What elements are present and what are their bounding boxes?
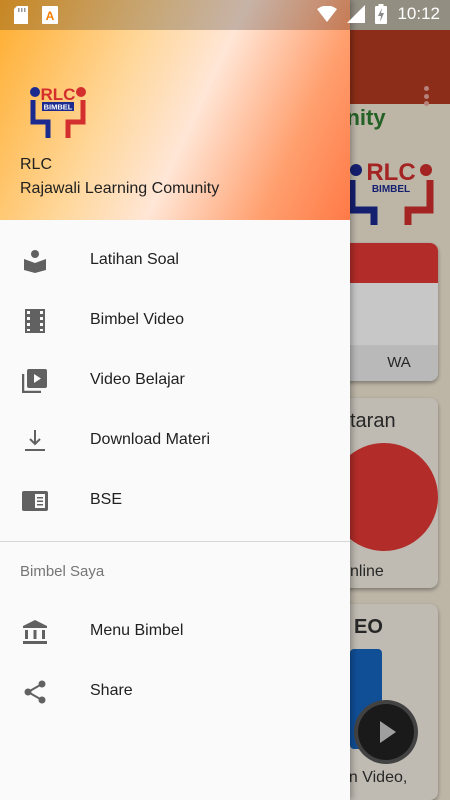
status-bar: A 10:12 [0,0,450,30]
menu-item-label: Bimbel Video [90,311,184,328]
svg-text:A: A [46,9,55,23]
menu-item-label: Share [90,682,133,699]
menu-item-label: Menu Bimbel [90,622,184,639]
status-time: 10:12 [397,4,440,23]
svg-text:RLC: RLC [41,85,76,104]
signal-icon [347,5,366,23]
drawer-header: RLC BIMBEL RLC Rajawali Learning Comunit… [0,0,350,220]
film-strip-icon [25,309,45,333]
wifi-icon [317,6,338,22]
menu-divider [0,541,350,542]
menu-item-label: Video Belajar [90,371,185,388]
section-title-bimbel-saya: Bimbel Saya [20,563,105,580]
navigation-drawer: RLC BIMBEL RLC Rajawali Learning Comunit… [0,0,350,800]
battery-charging-icon [375,4,388,24]
menu-item-menu-bimbel[interactable]: Menu Bimbel [0,602,350,662]
sd-card-icon [14,6,28,24]
menu-item-share[interactable]: Share [0,662,350,722]
drawer-header-name: RLC [20,156,53,173]
book-reader-icon [24,250,46,273]
menu-item-label: Download Materi [90,431,211,448]
rlc-logo: RLC BIMBEL [30,85,86,138]
menu-item-latihan-soal[interactable]: Latihan Soal [0,231,350,291]
book-icon [22,491,48,511]
menu-item-label: BSE [90,491,123,508]
download-icon [25,430,45,451]
video-library-icon [22,369,47,393]
menu-item-download-materi[interactable]: Download Materi [0,411,350,471]
menu-item-bimbel-video[interactable]: Bimbel Video [0,291,350,351]
drawer-header-subtitle: Rajawali Learning Comunity [20,180,220,197]
svg-text:BIMBEL: BIMBEL [44,103,73,112]
notification-a-icon: A [42,6,58,24]
share-icon [24,680,46,704]
bank-icon [23,620,47,644]
menu-item-bse[interactable]: BSE [0,471,350,531]
menu-item-label: Latihan Soal [90,251,179,268]
menu-item-video-belajar[interactable]: Video Belajar [0,351,350,411]
